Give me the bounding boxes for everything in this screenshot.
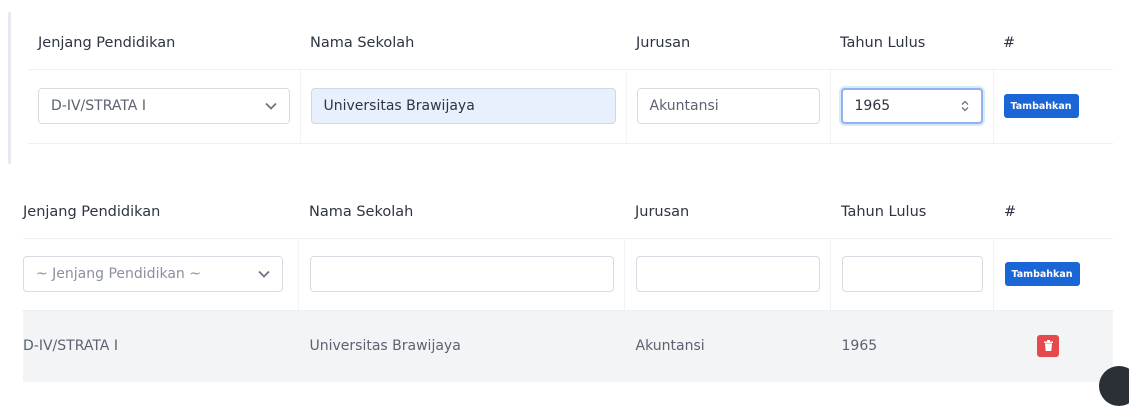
add-button[interactable]: Tambahkan [1004,262,1080,287]
header-major: Jurusan [624,186,830,239]
school-input[interactable] [309,256,614,292]
education-form-table-bottom: Jenjang Pendidikan Nama Sekolah Jurusan … [23,186,1113,382]
form-row: D-IV/STRATA I Universitas Brawijaya Akun… [28,69,1113,144]
header-year: Tahun Lulus [830,186,993,239]
year-input[interactable]: 1965 [840,88,983,124]
year-input[interactable] [841,256,983,292]
header-level: Jenjang Pendidikan [28,17,300,70]
header-level: Jenjang Pendidikan [23,186,298,239]
level-select-value: D-IV/STRATA I [51,98,146,114]
delete-button[interactable] [1037,335,1060,358]
add-button[interactable]: Tambahkan [1003,94,1079,119]
table-header-row: Jenjang Pendidikan Nama Sekolah Jurusan … [23,186,1113,239]
school-input-value: Universitas Brawijaya [323,98,475,114]
level-select-placeholder: ~ Jenjang Pendidikan ~ [36,266,201,282]
header-year: Tahun Lulus [830,17,993,70]
header-action: # [993,186,1113,239]
trash-icon [1043,339,1053,354]
row-school: Universitas Brawijaya [297,310,624,382]
row-year: 1965 [829,310,993,382]
row-level: D-IV/STRATA I [23,310,298,382]
chevron-down-icon [258,267,270,281]
header-major: Jurusan [626,17,830,70]
header-school: Nama Sekolah [300,17,626,70]
row-major: Akuntansi [623,310,830,382]
table-header-row: Jenjang Pendidikan Nama Sekolah Jurusan … [28,17,1113,70]
header-school: Nama Sekolah [298,186,624,239]
education-form-table-top: Jenjang Pendidikan Nama Sekolah Jurusan … [28,17,1113,144]
floating-chat-button[interactable] [1099,366,1129,406]
table-row: D-IV/STRATA I Universitas Brawijaya Akun… [23,310,1113,382]
major-input-value: Akuntansi [649,98,719,114]
section-accent-bar [8,12,11,164]
header-action: # [993,17,1113,70]
level-select[interactable]: ~ Jenjang Pendidikan ~ [23,256,283,292]
level-select[interactable]: D-IV/STRATA I [38,88,290,124]
spinner-icon[interactable] [961,100,969,112]
year-input-value: 1965 [854,98,891,114]
chevron-down-icon [264,99,277,113]
major-input[interactable] [635,256,820,292]
form-row: ~ Jenjang Pendidikan ~ Tambahkan [23,238,1113,311]
major-input[interactable]: Akuntansi [636,88,820,124]
school-input[interactable]: Universitas Brawijaya [310,88,616,124]
